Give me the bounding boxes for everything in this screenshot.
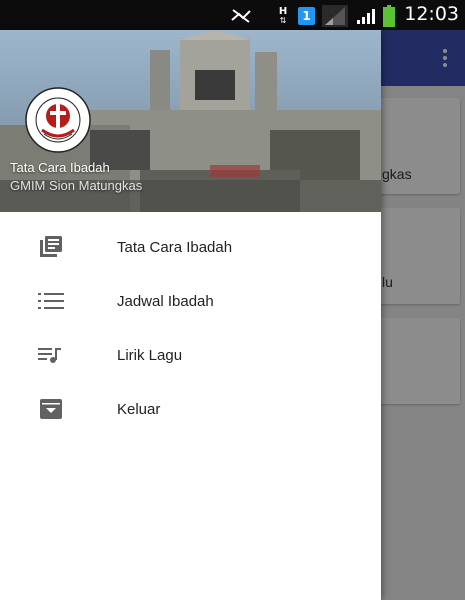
drawer-menu: Tata Cara Ibadah Jadwal Ibadah Lirik Lag… <box>0 220 381 436</box>
menu-item-tata-cara-ibadah[interactable]: Tata Cara Ibadah <box>0 220 381 274</box>
church-logo <box>25 87 91 153</box>
menu-item-label: Jadwal Ibadah <box>117 292 214 310</box>
drawer-header-subtitle: GMIM Sion Matungkas <box>10 178 143 193</box>
navigation-drawer: Tata Cara Ibadah GMIM Sion Matungkas Tat… <box>0 30 381 600</box>
menu-item-label: Tata Cara Ibadah <box>117 238 233 256</box>
drawer-header: Tata Cara Ibadah GMIM Sion Matungkas <box>0 30 381 212</box>
menu-item-lirik-lagu[interactable]: Lirik Lagu <box>0 328 381 382</box>
archive-icon <box>37 397 65 421</box>
sim-1-icon: 1 <box>298 7 315 25</box>
mute-icon <box>230 7 252 25</box>
drawer-header-title: Tata Cara Ibadah <box>10 160 110 175</box>
status-bar: H ⇅ 1 12:03 <box>0 0 465 30</box>
clock: 12:03 <box>404 3 459 25</box>
data-h-icon: H ⇅ <box>278 6 288 26</box>
list-icon <box>37 289 65 313</box>
queue-music-icon <box>37 343 65 367</box>
menu-item-keluar[interactable]: Keluar <box>0 382 381 436</box>
menu-item-jadwal-ibadah[interactable]: Jadwal Ibadah <box>0 274 381 328</box>
menu-item-label: Keluar <box>117 400 161 418</box>
library-books-icon <box>37 235 65 259</box>
battery-icon <box>383 5 395 27</box>
signal-2-icon <box>355 7 379 25</box>
signal-1-icon <box>322 5 348 27</box>
menu-item-label: Lirik Lagu <box>117 346 183 364</box>
